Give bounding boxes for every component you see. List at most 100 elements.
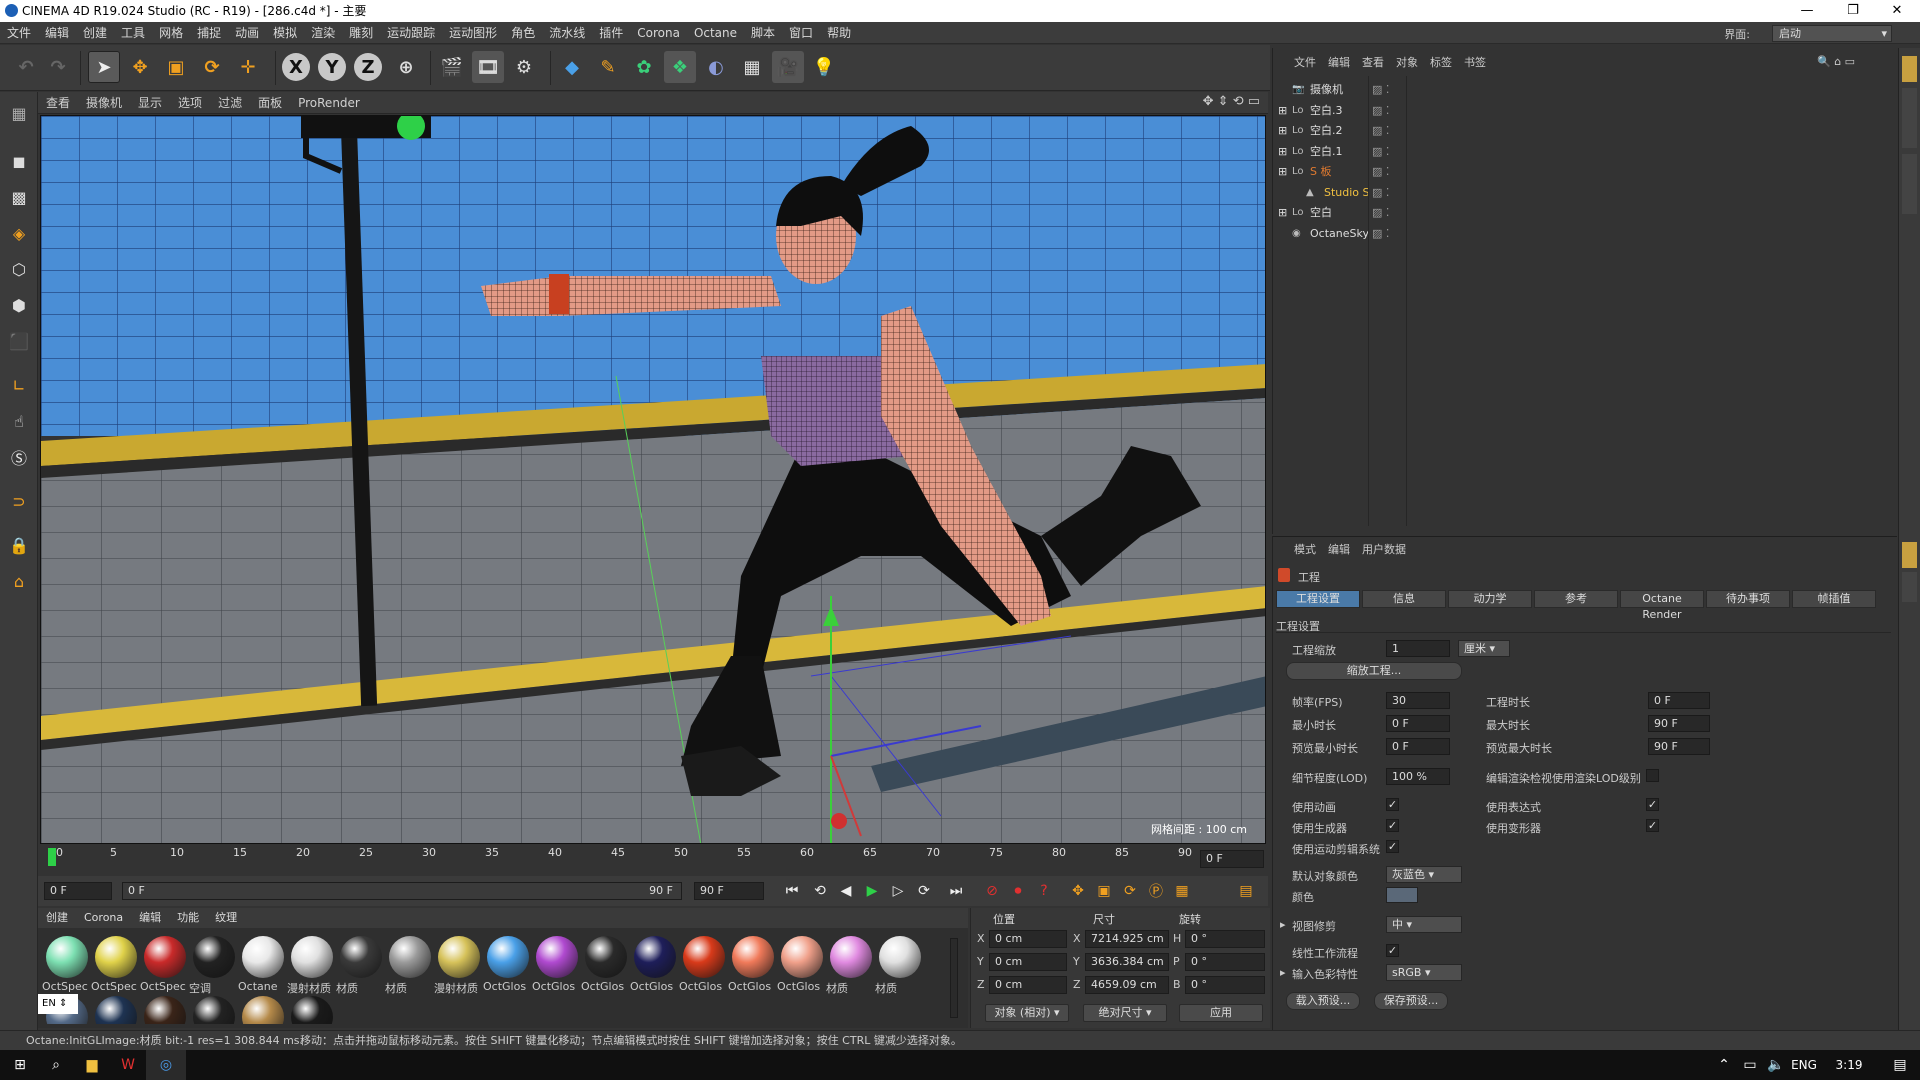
rotate-tool-icon[interactable]: ⟳ xyxy=(196,51,228,83)
menu-help[interactable]: 帮助 xyxy=(820,22,858,44)
viewport-menu-filter[interactable]: 过滤 xyxy=(210,92,250,114)
light-icon[interactable]: 💡 xyxy=(808,51,840,83)
menu-plugins[interactable]: 插件 xyxy=(592,22,630,44)
visibility-toggle-icon[interactable]: ▨ ⁚ xyxy=(1372,224,1389,244)
file-explorer-icon[interactable]: ▆ xyxy=(72,1050,112,1080)
points-mode-icon[interactable]: ⬡ xyxy=(4,254,34,284)
maximize-button[interactable]: ❐ xyxy=(1830,0,1876,22)
record-active-icon[interactable]: ⊘ xyxy=(980,880,1004,902)
autokey-icon[interactable]: ⏺ xyxy=(1006,880,1030,902)
key-scale-icon[interactable]: ▣ xyxy=(1092,880,1116,902)
material-swatch[interactable]: 漫射材质 xyxy=(287,934,335,995)
menu-animate[interactable]: 动画 xyxy=(228,22,266,44)
side-tab-structure[interactable] xyxy=(1902,154,1917,214)
color-swatch[interactable] xyxy=(1386,887,1418,903)
obj-menu-file[interactable]: 文件 xyxy=(1272,52,1322,74)
rot-h-field[interactable]: 0 ° xyxy=(1185,930,1265,948)
planar-workplane-icon[interactable]: ⌂ xyxy=(4,566,34,596)
material-swatch-row2[interactable] xyxy=(140,994,188,1024)
render-view-icon[interactable]: 🎬 xyxy=(436,51,468,83)
default-color-select[interactable]: 灰蓝色 ▾ xyxy=(1386,866,1462,883)
axis-y-lock-button[interactable]: Y xyxy=(318,53,346,81)
visibility-toggle-icon[interactable]: ▨ ⁚ xyxy=(1372,162,1389,182)
material-swatch-row2[interactable] xyxy=(287,994,335,1024)
menu-simulate[interactable]: 模拟 xyxy=(266,22,304,44)
select-arrow-icon[interactable]: ➤ xyxy=(88,51,120,83)
material-swatch[interactable]: OctSpec xyxy=(42,934,90,993)
input-color-expand-icon[interactable]: ▸ xyxy=(1280,966,1286,979)
menu-file[interactable]: 文件 xyxy=(0,22,38,44)
deformer-icon[interactable]: ◐ xyxy=(700,51,732,83)
previous-frame-icon[interactable]: ◀ xyxy=(834,880,858,902)
preview-max-field[interactable]: 90 F xyxy=(1648,738,1710,755)
object-row[interactable]: ⊞ Lo 空白 ▨ ⁚ xyxy=(1278,203,1838,223)
menu-sculpt[interactable]: 雕刻 xyxy=(342,22,380,44)
side-tab-objects[interactable] xyxy=(1902,56,1917,82)
cloner-icon[interactable]: ❖ xyxy=(664,51,696,83)
menu-pipeline[interactable]: 流水线 xyxy=(542,22,592,44)
visibility-toggle-icon[interactable]: ▨ ⁚ xyxy=(1372,101,1389,121)
viewport-menu-view[interactable]: 查看 xyxy=(38,92,78,114)
menu-mesh[interactable]: 网格 xyxy=(152,22,190,44)
key-position-icon[interactable]: ✥ xyxy=(1066,880,1090,902)
magnet-icon[interactable]: ⊃ xyxy=(4,486,34,516)
workplane-mode-icon[interactable]: ◈ xyxy=(4,218,34,248)
tab-octane-render[interactable]: Octane Render xyxy=(1620,590,1704,621)
snap-icon[interactable]: Ⓢ xyxy=(4,442,34,472)
minimize-button[interactable]: — xyxy=(1784,0,1830,22)
key-rotation-icon[interactable]: ⟳ xyxy=(1118,880,1142,902)
visibility-toggle-icon[interactable]: ▨ ⁚ xyxy=(1372,203,1389,223)
clock[interactable]: 3:19 xyxy=(1826,1050,1872,1080)
menu-corona[interactable]: Corona xyxy=(630,22,687,44)
obj-menu-object[interactable]: 对象 xyxy=(1390,52,1424,74)
input-language-indicator[interactable]: EN ⇕ xyxy=(38,994,78,1014)
size-mode-select[interactable]: 绝对尺寸 ▾ xyxy=(1083,1004,1167,1022)
next-frame-icon[interactable]: ▷ xyxy=(886,880,910,902)
attr-menu-mode[interactable]: 模式 xyxy=(1272,540,1322,560)
object-row[interactable]: 📷 摄像机 ▨ ⁚ xyxy=(1278,80,1838,100)
material-swatch[interactable]: 材质 xyxy=(826,934,874,995)
object-row[interactable]: ▲ Studio S ▨ ⁚ xyxy=(1278,183,1838,203)
expand-toggle-icon[interactable]: ⊞ xyxy=(1278,121,1287,141)
axis-x-lock-button[interactable]: X xyxy=(282,53,310,81)
preview-min-field[interactable]: 0 F xyxy=(1386,738,1450,755)
visibility-toggle-icon[interactable]: ▨ ⁚ xyxy=(1372,183,1389,203)
cinema4d-taskbar-icon[interactable]: ◎ xyxy=(146,1050,186,1080)
menu-render[interactable]: 渲染 xyxy=(304,22,342,44)
coordinate-system-icon[interactable]: ⊕ xyxy=(390,51,422,83)
obj-menu-view[interactable]: 查看 xyxy=(1356,52,1390,74)
expand-toggle-icon[interactable]: ⊞ xyxy=(1278,162,1287,182)
mat-menu-texture[interactable]: 纹理 xyxy=(207,908,245,928)
scale-tool-icon[interactable]: ▣ xyxy=(160,51,192,83)
size-y-field[interactable]: 3636.384 cm xyxy=(1085,953,1169,971)
material-swatch[interactable]: OctSpec xyxy=(140,934,188,993)
fps-field[interactable]: 30 xyxy=(1386,692,1450,709)
undo-icon[interactable]: ↶ xyxy=(10,51,42,83)
load-preset-button[interactable]: 载入预设... xyxy=(1286,992,1360,1010)
polygons-mode-icon[interactable]: ⬛ xyxy=(4,326,34,356)
visibility-toggle-icon[interactable]: ▨ ⁚ xyxy=(1372,121,1389,141)
material-swatch[interactable]: OctSpec xyxy=(91,934,139,993)
menu-tools[interactable]: 工具 xyxy=(114,22,152,44)
menu-create[interactable]: 创建 xyxy=(76,22,114,44)
texture-mode-icon[interactable]: ▩ xyxy=(4,182,34,212)
object-row[interactable]: ⊞ Lo 空白.2 ▨ ⁚ xyxy=(1278,121,1838,141)
coord-mode-select[interactable]: 对象 (相对) ▾ xyxy=(985,1004,1069,1022)
use-motion-clip-checkbox[interactable]: ✓ xyxy=(1386,840,1399,853)
tab-project-settings[interactable]: 工程设置 xyxy=(1276,590,1360,608)
tab-dynamics[interactable]: 动力学 xyxy=(1448,590,1532,608)
cube-object-icon[interactable]: ◆ xyxy=(556,51,588,83)
material-scrollbar[interactable] xyxy=(950,938,958,1018)
axis-z-lock-button[interactable]: Z xyxy=(354,53,382,81)
move-tool-icon[interactable]: ✥ xyxy=(124,51,156,83)
scale-project-button[interactable]: 缩放工程... xyxy=(1286,662,1462,680)
viewport-menu-options[interactable]: 选项 xyxy=(170,92,210,114)
side-tab-content[interactable] xyxy=(1902,88,1917,148)
layout-select[interactable]: 启动 ▾ xyxy=(1772,25,1892,42)
pen-spline-icon[interactable]: ✎ xyxy=(592,51,624,83)
material-swatch[interactable]: OctGlos xyxy=(679,934,727,993)
playhead-marker[interactable] xyxy=(48,848,56,866)
edges-mode-icon[interactable]: ⬢ xyxy=(4,290,34,320)
object-row[interactable]: ◉ OctaneSky ▨ ⁚ xyxy=(1278,224,1838,244)
material-swatch-row2[interactable] xyxy=(238,994,286,1024)
